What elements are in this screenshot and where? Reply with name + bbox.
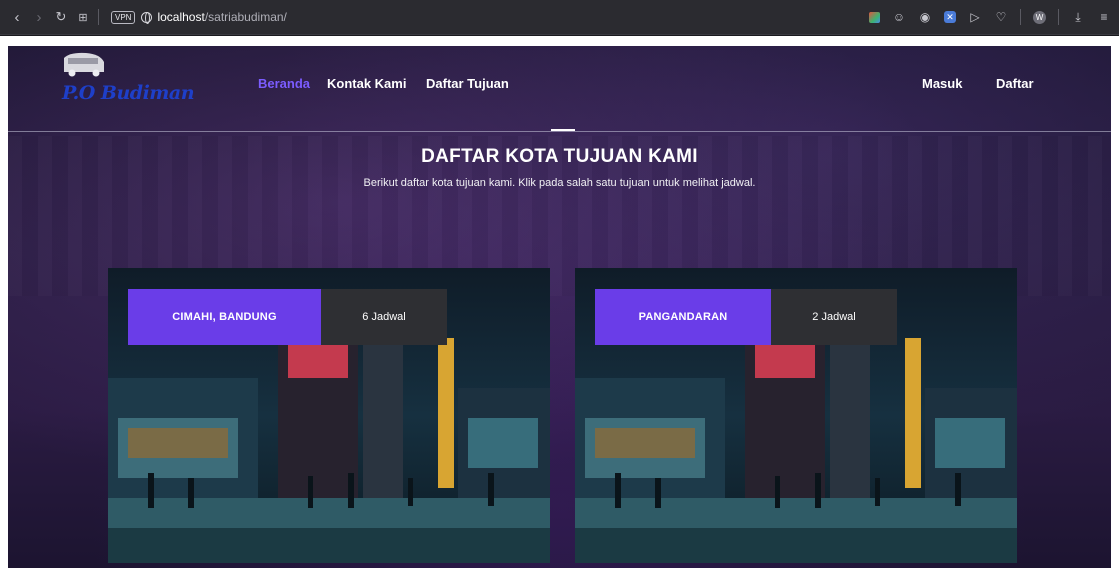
- download-icon[interactable]: ⤓: [1071, 10, 1085, 24]
- toolbar-divider: [98, 9, 99, 25]
- page-subtitle: Berikut daftar kota tujuan kami. Klik pa…: [363, 177, 756, 189]
- page-viewport: P.O Budiman Beranda Kontak Kami Daftar T…: [0, 36, 1119, 568]
- nav-link-kontak-kami[interactable]: Kontak Kami: [327, 76, 406, 91]
- globe-icon: [141, 11, 153, 24]
- section-indicator: [551, 129, 575, 131]
- back-icon[interactable]: ‹: [6, 9, 28, 26]
- extension-cube-icon[interactable]: [869, 11, 880, 23]
- logo-text: P.O Budiman: [62, 82, 195, 104]
- schedule-count: 2 Jadwal: [771, 289, 897, 345]
- destination-card[interactable]: PANGANDARAN 2 Jadwal: [575, 268, 1017, 563]
- toolbar-divider: [1020, 9, 1021, 25]
- destination-name: PANGANDARAN: [595, 289, 771, 345]
- heart-icon[interactable]: ♡: [994, 10, 1008, 24]
- address-bar[interactable]: VPN localhost/satriabudiman/: [111, 6, 287, 28]
- browser-extensions: ☺ ◉ ✕ ▷ ♡ W ⤓ ≡: [869, 9, 1119, 25]
- register-link[interactable]: Daftar: [996, 76, 1034, 91]
- destination-name: CIMAHI, BANDUNG: [128, 289, 321, 345]
- page-title: DAFTAR KOTA TUJUAN KAMI: [421, 146, 698, 167]
- url-path: /satriabudiman/: [204, 10, 287, 24]
- menu-icon[interactable]: ≡: [1097, 10, 1111, 24]
- bus-icon: [64, 52, 104, 77]
- site-background: P.O Budiman Beranda Kontak Kami Daftar T…: [8, 46, 1111, 568]
- destination-card[interactable]: CIMAHI, BANDUNG 6 Jadwal: [108, 268, 550, 563]
- schedule-count: 6 Jadwal: [321, 289, 447, 345]
- destination-tag[interactable]: PANGANDARAN 2 Jadwal: [595, 289, 897, 345]
- camera-icon[interactable]: ◉: [918, 10, 932, 24]
- url-host: localhost: [157, 10, 205, 24]
- vpn-badge[interactable]: VPN: [111, 10, 136, 24]
- destination-tag[interactable]: CIMAHI, BANDUNG 6 Jadwal: [128, 289, 447, 345]
- profile-icon[interactable]: W: [1033, 10, 1046, 24]
- forward-icon[interactable]: ›: [28, 9, 50, 26]
- toolbar-divider: [1058, 9, 1059, 25]
- site-header: P.O Budiman Beranda Kontak Kami Daftar T…: [8, 46, 1111, 132]
- shield-icon[interactable]: ✕: [944, 11, 956, 23]
- browser-toolbar: ‹ › ↻ ⊞ VPN localhost/satriabudiman/ ☺ ◉…: [0, 0, 1119, 35]
- reload-icon[interactable]: ↻: [50, 9, 72, 25]
- login-link[interactable]: Masuk: [922, 76, 962, 91]
- nav-link-daftar-tujuan[interactable]: Daftar Tujuan: [426, 76, 509, 91]
- emoji-icon[interactable]: ☺: [892, 10, 906, 24]
- site-logo[interactable]: P.O Budiman: [58, 52, 195, 112]
- nav-link-beranda[interactable]: Beranda: [258, 76, 310, 91]
- grid-icon[interactable]: ⊞: [72, 11, 94, 24]
- send-icon[interactable]: ▷: [968, 10, 982, 24]
